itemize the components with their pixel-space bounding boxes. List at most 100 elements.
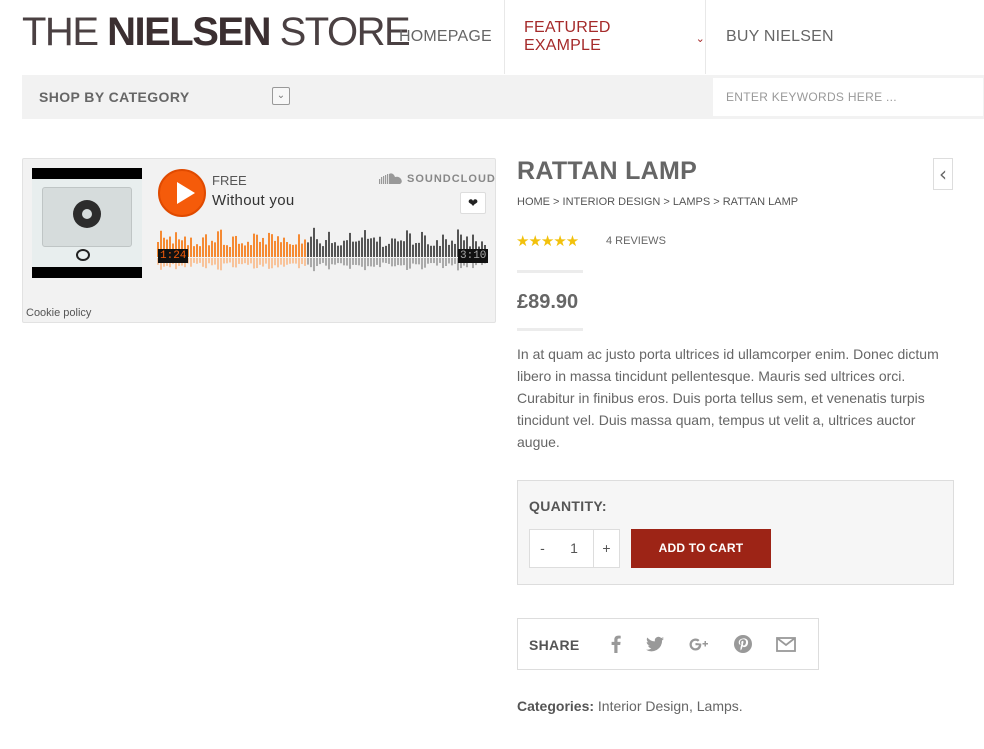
duration: 3:10 [458, 249, 489, 263]
waveform-bar [397, 241, 399, 257]
waveform-bar [373, 237, 375, 257]
soundcloud-icon [379, 173, 403, 185]
waveform-bar [235, 235, 237, 257]
waveform-bar [400, 240, 402, 257]
waveform-bar [418, 242, 420, 257]
waveform-reflection [415, 258, 417, 265]
nav-homepage[interactable]: HOMEPAGE [399, 0, 492, 74]
waveform-reflection [421, 258, 423, 270]
chevron-down-icon[interactable]: ⌄ [272, 87, 290, 105]
play-button[interactable] [158, 169, 206, 217]
waveform-bar [415, 243, 417, 257]
waveform-reflection [400, 258, 402, 266]
waveform-reflection [445, 258, 447, 267]
nav-buy-label: BUY NIELSEN [726, 28, 834, 45]
cassette-icon [42, 187, 132, 247]
quantity-increase-button[interactable]: + [593, 529, 620, 568]
waveform-bar [439, 245, 441, 257]
add-to-cart-panel: QUANTITY: - 1 + ADD TO CART [517, 480, 954, 585]
breadcrumb-sep: > [550, 196, 563, 208]
facebook-icon[interactable] [604, 632, 628, 656]
breadcrumb-current: RATTAN LAMP [722, 196, 799, 208]
tape-loop [76, 249, 90, 261]
waveform-reflection [199, 258, 201, 263]
track-title[interactable]: Without you [212, 192, 295, 209]
breadcrumb-sep: > [660, 196, 673, 208]
waveform-bar [220, 229, 222, 257]
nav-buy-nielsen[interactable]: BUY NIELSEN [726, 0, 834, 74]
waveform-reflection [394, 258, 396, 267]
soundcloud-logo[interactable]: SOUNDCLOUD [379, 173, 496, 185]
waveform-bar [421, 231, 423, 257]
waveform-bar [325, 240, 327, 257]
email-icon[interactable] [774, 632, 798, 656]
waveform-bar [244, 245, 246, 257]
waveform-reflection [430, 258, 432, 264]
heart-icon[interactable]: ❤ [460, 192, 486, 214]
waveform-reflection [247, 258, 249, 265]
waveform-bar [205, 234, 207, 257]
waveform-bar [271, 234, 273, 257]
pinterest-icon[interactable] [731, 632, 755, 656]
divider [517, 328, 583, 331]
reviews-link[interactable]: 4 REVIEWS [606, 235, 666, 247]
waveform-reflection [217, 258, 219, 270]
waveform-reflection [391, 258, 393, 267]
add-to-cart-button[interactable]: ADD TO CART [631, 529, 771, 568]
waveform-reflection [286, 258, 288, 265]
shop-by-category-label[interactable]: SHOP BY CATEGORY [39, 89, 190, 105]
product-title: RATTAN LAMP [517, 157, 698, 185]
waveform-bar [430, 245, 432, 257]
waveform-reflection [379, 258, 381, 268]
waveform-bar [328, 231, 330, 257]
store-logo[interactable]: THE NIELSEN STORE [22, 10, 411, 54]
product-categories: Categories: Interior Design, Lamps. [517, 698, 743, 714]
quantity-decrease-button[interactable]: - [529, 529, 556, 568]
waveform-bar [331, 243, 333, 257]
waveform-reflection [436, 258, 438, 266]
waveform-reflection [361, 258, 363, 267]
quantity-input[interactable]: 1 [555, 529, 593, 568]
breadcrumb-home[interactable]: HOME [517, 196, 550, 208]
waveform-bar [352, 241, 354, 257]
breadcrumb-interior-design[interactable]: INTERIOR DESIGN [563, 196, 661, 208]
waveform-bar [193, 246, 195, 257]
breadcrumb-sep: > [710, 196, 723, 208]
soundcloud-brand: SOUNDCLOUD [407, 173, 496, 185]
google-plus-icon[interactable] [687, 632, 711, 656]
waveform-bar [277, 236, 279, 257]
waveform-reflection [355, 258, 357, 265]
waveform-reflection [190, 258, 192, 267]
waveform-reflection [448, 258, 450, 264]
divider [517, 270, 583, 273]
category-bar: SHOP BY CATEGORY ⌄ ENTER KEYWORDS HERE .… [22, 75, 984, 119]
breadcrumb-lamps[interactable]: LAMPS [673, 196, 710, 208]
cookie-policy-link[interactable]: Cookie policy [26, 307, 91, 319]
nav-featured-example[interactable]: FEATURED EXAMPLE ⌄ [504, 0, 706, 74]
waveform-reflection [232, 258, 234, 268]
waveform-reflection [451, 258, 453, 266]
waveform-bar [196, 244, 198, 257]
waveform-reflection [397, 258, 399, 266]
search-input[interactable]: ENTER KEYWORDS HERE ... [712, 77, 984, 117]
waveform-reflection [358, 258, 360, 266]
waveform-reflection [418, 258, 420, 265]
track-artwork[interactable] [32, 168, 142, 278]
categories-links[interactable]: Interior Design, Lamps. [594, 698, 743, 714]
waveform-reflection [196, 258, 198, 264]
soundcloud-player: FREE Without you SOUNDCLOUD ❤ 1:24 3:10 … [22, 158, 496, 323]
waveform-reflection [406, 258, 408, 270]
waveform-reflection [259, 258, 261, 265]
waveform-bar [427, 244, 429, 257]
waveform-bar [385, 245, 387, 257]
waveform-reflection [238, 258, 240, 264]
free-label[interactable]: FREE [212, 173, 247, 188]
waveform-reflection [349, 258, 351, 269]
waveform-bar [388, 243, 390, 257]
waveform-reflection [226, 258, 228, 264]
waveform-bar [442, 234, 444, 257]
waveform-bar [448, 244, 450, 257]
waveform[interactable] [157, 227, 488, 279]
chevron-left-icon[interactable]: ‹ [933, 158, 953, 190]
twitter-icon[interactable] [643, 632, 667, 656]
